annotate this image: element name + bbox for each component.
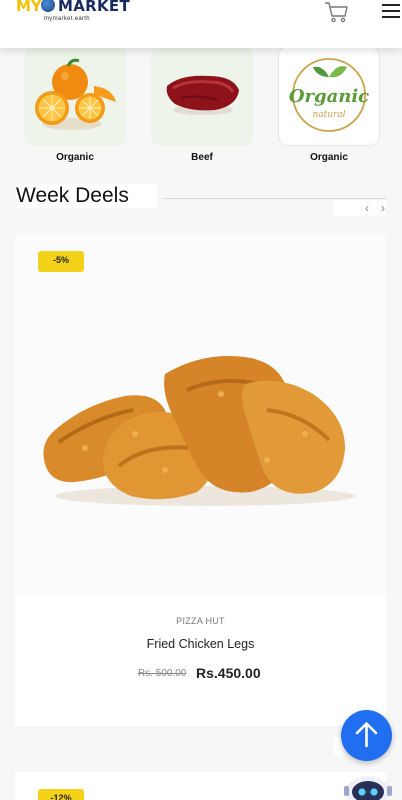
category-beef[interactable]: Beef [151,46,253,163]
product-name[interactable]: Fried Chicken Legs [15,637,386,651]
organic-natural-logo: Organic natural [278,46,380,146]
category-organic-fruit[interactable]: Organic [24,46,126,163]
natural-logo-word: natural [312,110,345,120]
section-title: Week Deels [16,184,157,208]
product-card[interactable]: -5% PIZZA HUT Fried Chicken Legs Rs. 500… [15,234,386,726]
organic-logo-word: Organic [289,86,369,107]
discount-badge: -12% [38,789,84,800]
logo-market-text: MARKET [58,0,130,15]
category-organic-natural[interactable]: Organic natural Organic [278,46,380,163]
chatbot-icon[interactable] [342,770,394,800]
product-card[interactable]: -12% [15,772,386,800]
sale-price: Rs.450.00 [196,665,261,681]
globe-icon [41,0,55,12]
oranges-image [24,46,126,146]
old-price: Rs. 500.00 [138,668,187,679]
scroll-to-top-button[interactable] [341,710,392,761]
product-brand: PIZZA HUT [176,616,225,626]
arrow-up-icon [355,722,378,748]
discount-badge: -5% [38,251,84,272]
category-label: Organic [310,152,348,163]
logo-my-text: MY [16,0,42,15]
logo-subtitle: mymarket.earth [44,16,90,22]
carousel-controls: ‹ › [334,200,386,216]
category-label: Organic [56,152,94,163]
product-image[interactable] [15,234,386,596]
chevron-right-icon[interactable]: › [376,200,390,216]
beef-image [151,46,253,146]
hamburger-menu-icon[interactable] [380,2,402,20]
section-divider [162,198,386,199]
chevron-left-icon[interactable]: ‹ [360,200,374,216]
category-label: Beef [191,152,213,163]
cart-icon[interactable] [323,0,349,24]
top-header: MY MARKET mymarket.earth [0,0,402,48]
